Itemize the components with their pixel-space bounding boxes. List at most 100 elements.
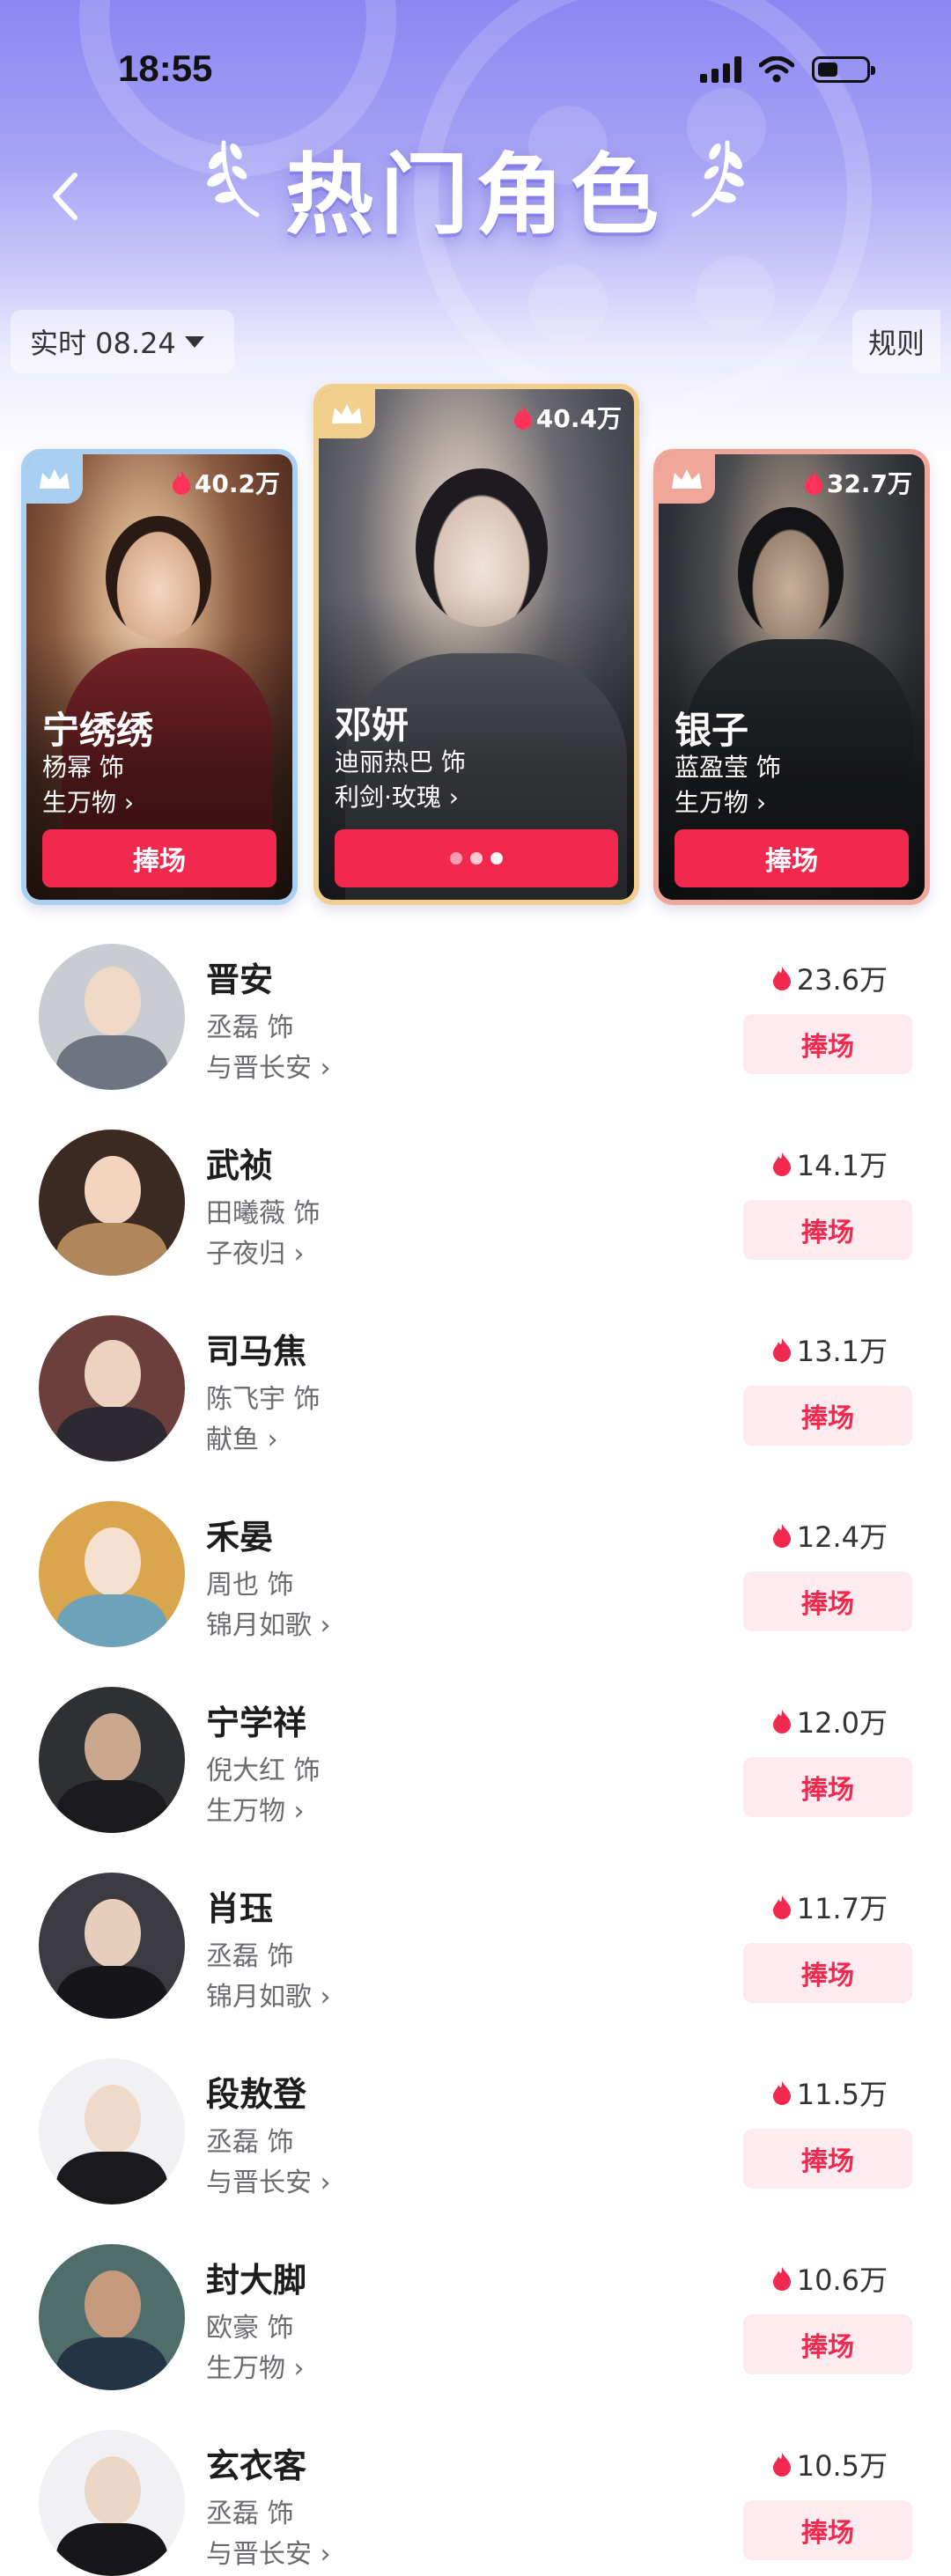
actor-label: 丞磊 饰 bbox=[206, 2127, 294, 2158]
heat-count: 11.5万 bbox=[772, 2072, 888, 2113]
show-link[interactable]: 生万物 › bbox=[206, 2346, 305, 2385]
character-name: 宁学祥 bbox=[206, 1704, 307, 1742]
character-name: 武祯 bbox=[206, 1146, 274, 1185]
cheer-button[interactable]: 捧场 bbox=[743, 1757, 912, 1817]
show-link[interactable]: 献鱼 › bbox=[206, 1417, 278, 1456]
crown-icon bbox=[332, 404, 362, 423]
flame-icon bbox=[804, 471, 822, 495]
flame-icon bbox=[772, 1710, 791, 1733]
avatar bbox=[39, 2244, 185, 2390]
list-item[interactable]: 禾晏 周也 饰 锦月如歌 › 12.4万 捧场 bbox=[0, 1490, 951, 1658]
date-label: 实时 08.24 bbox=[30, 327, 176, 360]
show-link[interactable]: 利剑·玫瑰 › bbox=[335, 778, 459, 813]
heat-value: 11.7万 bbox=[796, 1892, 888, 1925]
heat-count: 14.1万 bbox=[772, 1144, 888, 1184]
flame-icon bbox=[772, 2081, 791, 2105]
show-link[interactable]: 子夜归 › bbox=[206, 1232, 305, 1270]
heat-value: 23.6万 bbox=[796, 963, 888, 997]
wifi-icon bbox=[759, 56, 794, 83]
character-name: 禾晏 bbox=[206, 1518, 274, 1557]
heat-value: 32.7万 bbox=[826, 469, 912, 498]
character-name: 银子 bbox=[675, 709, 749, 752]
reel-hole bbox=[696, 255, 775, 335]
date-dropdown[interactable]: 实时 08.24 bbox=[11, 310, 234, 373]
actor-label: 陈飞宇 饰 bbox=[206, 1384, 321, 1415]
cheer-button[interactable]: 捧场 bbox=[743, 1571, 912, 1631]
actor-label: 倪大红 饰 bbox=[206, 1755, 321, 1786]
page-title: 热门角色 bbox=[285, 144, 666, 247]
crown-icon bbox=[672, 469, 702, 489]
heat-count: 10.6万 bbox=[772, 2258, 888, 2299]
avatar bbox=[39, 1315, 185, 1461]
avatar bbox=[39, 1130, 185, 1276]
signal-icon bbox=[700, 56, 741, 83]
actor-label: 迪丽热巴 饰 bbox=[335, 747, 466, 776]
character-name: 司马焦 bbox=[206, 1332, 307, 1371]
crown-badge bbox=[319, 389, 375, 438]
cheer-button[interactable] bbox=[335, 829, 618, 887]
cheer-button[interactable]: 捧场 bbox=[743, 1386, 912, 1446]
cheer-button[interactable]: 捧场 bbox=[743, 1200, 912, 1260]
list-item[interactable]: 武祯 田曦薇 饰 子夜归 › 14.1万 捧场 bbox=[0, 1119, 951, 1286]
podium-card-rank-2[interactable]: 40.2万 宁绣绣 杨幂 饰 生万物 › 捧场 bbox=[21, 449, 298, 905]
cheer-button[interactable]: 捧场 bbox=[743, 2129, 912, 2189]
heat-count: 40.4万 bbox=[513, 400, 622, 435]
cheer-button[interactable]: 捧场 bbox=[743, 1943, 912, 2003]
avatar bbox=[39, 2430, 185, 2576]
battery-icon bbox=[812, 56, 875, 83]
heat-value: 11.5万 bbox=[796, 2078, 888, 2111]
rules-button[interactable]: 规则 bbox=[852, 310, 940, 373]
heat-count: 32.7万 bbox=[804, 465, 912, 500]
heat-value: 12.0万 bbox=[796, 1706, 888, 1740]
status-time: 18:55 bbox=[118, 48, 213, 89]
podium-card-rank-1[interactable]: 40.4万 邓妍 迪丽热巴 饰 利剑·玫瑰 › bbox=[313, 384, 639, 905]
list-item[interactable]: 宁学祥 倪大红 饰 生万物 › 12.0万 捧场 bbox=[0, 1676, 951, 1844]
flame-icon bbox=[772, 1524, 791, 1548]
cheer-button[interactable]: 捧场 bbox=[743, 1014, 912, 1074]
heat-value: 13.1万 bbox=[796, 1335, 888, 1368]
show-link[interactable]: 与晋长安 › bbox=[206, 2532, 331, 2571]
character-name: 玄衣客 bbox=[206, 2447, 307, 2485]
list-item[interactable]: 段敖登 丞磊 饰 与晋长安 › 11.5万 捧场 bbox=[0, 2048, 951, 2215]
cheer-button[interactable]: 捧场 bbox=[675, 829, 909, 887]
heat-value: 10.6万 bbox=[796, 2263, 888, 2297]
flame-icon bbox=[772, 2453, 791, 2477]
flame-icon bbox=[772, 1895, 791, 1919]
character-name: 封大脚 bbox=[206, 2261, 307, 2300]
avatar bbox=[39, 2058, 185, 2204]
cheer-button[interactable]: 捧场 bbox=[42, 829, 276, 887]
show-link[interactable]: 生万物 › bbox=[42, 784, 134, 819]
heat-count: 12.0万 bbox=[772, 1701, 888, 1741]
heat-value: 40.2万 bbox=[194, 469, 280, 498]
flame-icon bbox=[513, 406, 532, 430]
character-name: 宁绣绣 bbox=[42, 709, 154, 752]
actor-label: 周也 饰 bbox=[206, 1570, 294, 1601]
list-item[interactable]: 司马焦 陈飞宇 饰 献鱼 › 13.1万 捧场 bbox=[0, 1305, 951, 1472]
show-link[interactable]: 生万物 › bbox=[675, 784, 766, 819]
heat-value: 10.5万 bbox=[796, 2449, 888, 2483]
list-item[interactable]: 肖珏 丞磊 饰 锦月如歌 › 11.7万 捧场 bbox=[0, 1862, 951, 2029]
avatar bbox=[39, 1687, 185, 1833]
actor-label: 欧豪 饰 bbox=[206, 2313, 294, 2344]
show-link[interactable]: 锦月如歌 › bbox=[206, 1975, 331, 2013]
heat-count: 23.6万 bbox=[772, 958, 888, 998]
list-item[interactable]: 封大脚 欧豪 饰 生万物 › 10.6万 捧场 bbox=[0, 2234, 951, 2401]
actor-label: 田曦薇 饰 bbox=[206, 1198, 321, 1229]
heat-count: 11.7万 bbox=[772, 1887, 888, 1927]
actor-label: 丞磊 饰 bbox=[206, 2499, 294, 2529]
cheer-button[interactable]: 捧场 bbox=[743, 2500, 912, 2560]
cheer-button[interactable]: 捧场 bbox=[743, 2315, 912, 2374]
show-link[interactable]: 与晋长安 › bbox=[206, 2160, 331, 2199]
crown-badge bbox=[26, 454, 83, 504]
show-link[interactable]: 生万物 › bbox=[206, 1789, 305, 1828]
list-item[interactable]: 玄衣客 丞磊 饰 与晋长安 › 10.5万 捧场 bbox=[0, 2419, 951, 2576]
podium-card-rank-3[interactable]: 32.7万 银子 蓝盈莹 饰 生万物 › 捧场 bbox=[653, 449, 930, 905]
character-name: 晋安 bbox=[206, 960, 274, 999]
crown-badge bbox=[659, 454, 715, 504]
list-item[interactable]: 晋安 丞磊 饰 与晋长安 › 23.6万 捧场 bbox=[0, 933, 951, 1100]
show-link[interactable]: 锦月如歌 › bbox=[206, 1603, 331, 1642]
status-bar: 18:55 bbox=[0, 44, 951, 97]
flame-icon bbox=[772, 967, 791, 990]
show-link[interactable]: 与晋长安 › bbox=[206, 1046, 331, 1085]
avatar bbox=[39, 1501, 185, 1647]
